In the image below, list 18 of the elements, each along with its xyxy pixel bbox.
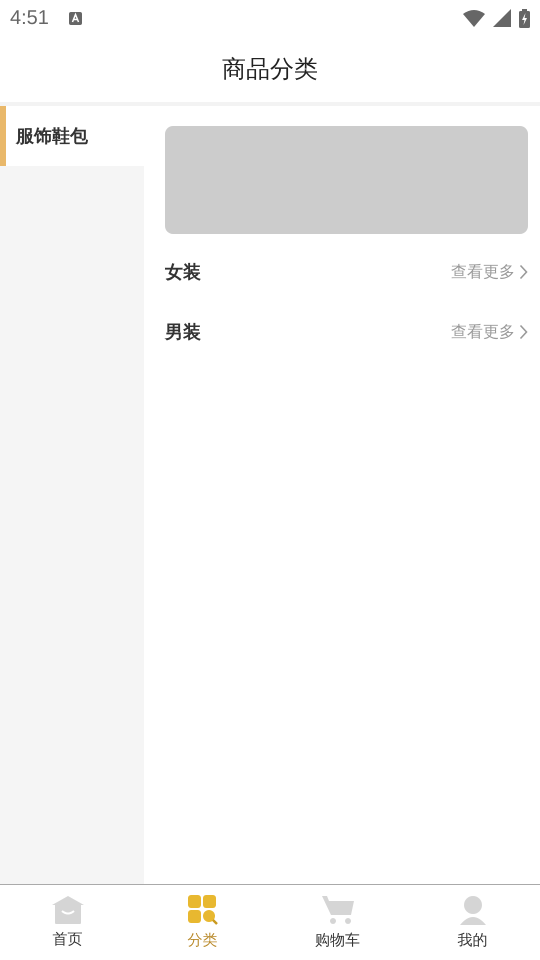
tab-item[interactable]: 首页 — [0, 885, 135, 960]
cart-icon — [322, 895, 354, 925]
house-icon — [52, 896, 84, 924]
section-title: 男装 — [165, 321, 202, 344]
tab-item[interactable]: 购物车 — [270, 885, 405, 960]
chevron-right-icon — [519, 264, 528, 280]
section-title: 女装 — [165, 261, 202, 284]
chevron-right-icon — [519, 324, 528, 340]
tab-item[interactable]: 我的 — [405, 885, 540, 960]
signal-icon — [493, 9, 511, 27]
status-time: 4:51 — [10, 6, 49, 30]
wifi-icon — [463, 10, 485, 26]
battery-icon — [519, 8, 530, 28]
page-title: 商品分类 — [222, 54, 318, 85]
user-icon — [458, 895, 488, 925]
category-item[interactable]: 服饰鞋包 — [0, 106, 144, 166]
grid-search-icon — [188, 895, 218, 925]
notification-icon — [68, 12, 82, 24]
